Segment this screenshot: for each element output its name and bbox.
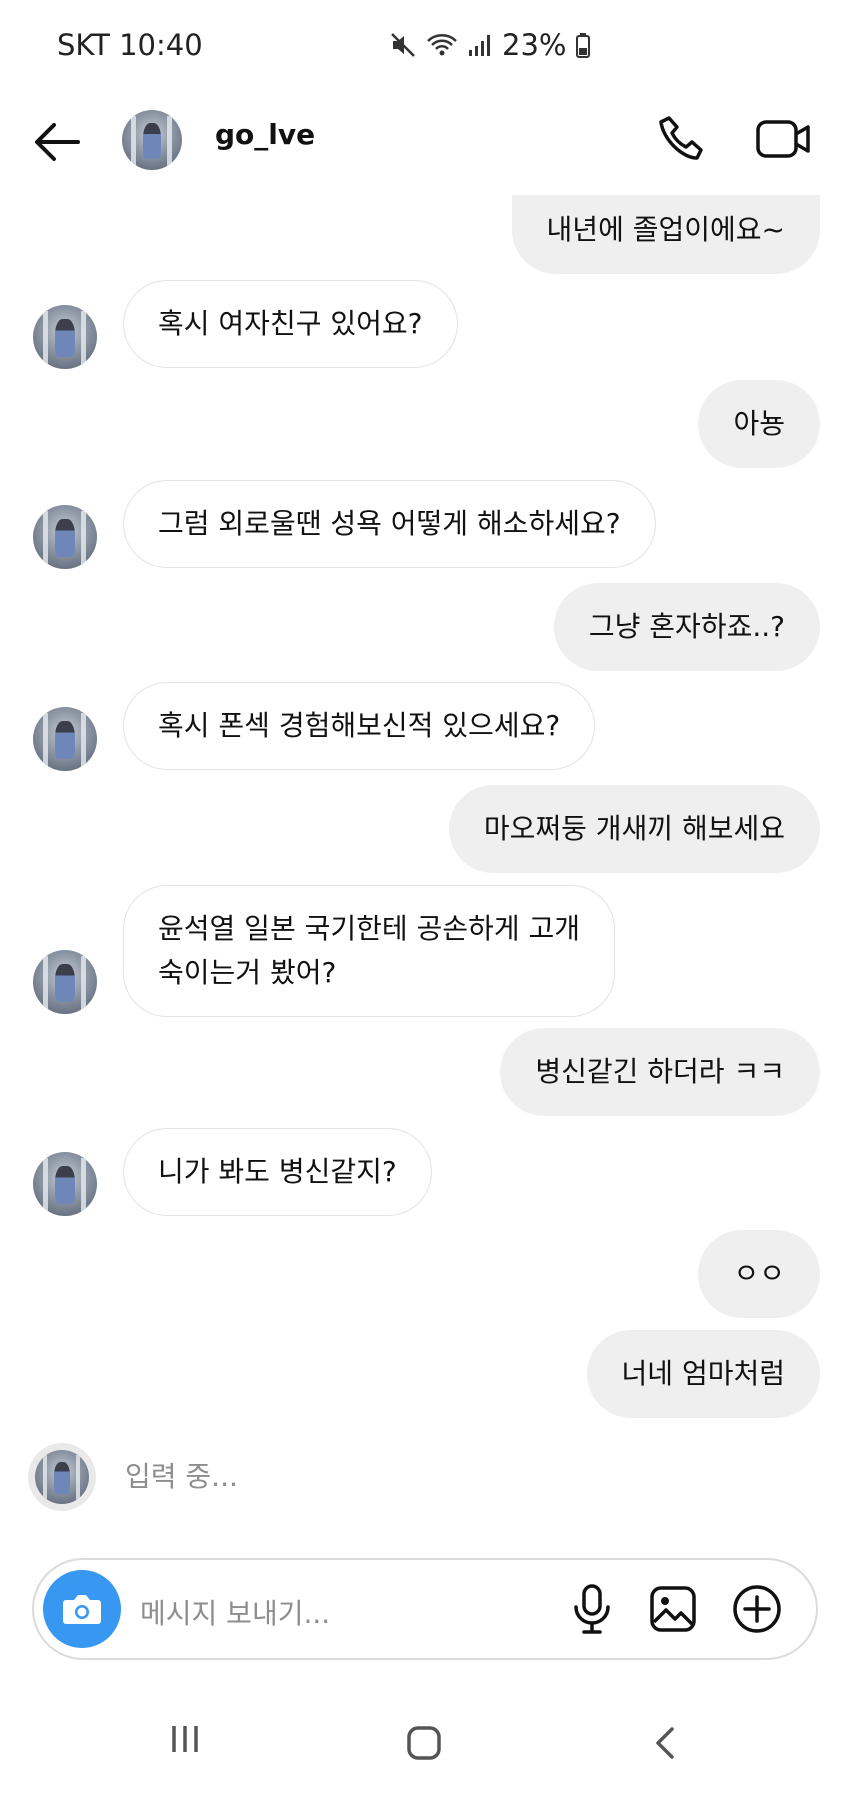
chat-username[interactable]: go_lve bbox=[215, 118, 315, 151]
message-incoming[interactable]: 그럼 외로울땐 성욕 어떻게 해소하세요? bbox=[123, 480, 656, 568]
message-incoming[interactable]: 혹시 폰섹 경험해보신적 있으세요? bbox=[123, 682, 596, 770]
wifi-icon bbox=[427, 34, 457, 56]
recent-apps-icon bbox=[172, 1726, 198, 1752]
image-icon bbox=[650, 1586, 696, 1632]
message-outgoing[interactable]: 그냥 혼자하죠..? bbox=[553, 583, 820, 671]
call-button[interactable] bbox=[655, 112, 709, 170]
message-outgoing[interactable]: 마오쩌둥 개새끼 해보세요 bbox=[448, 785, 820, 873]
message-outgoing[interactable]: 병신같긴 하더라 ㅋㅋ bbox=[500, 1028, 820, 1116]
sender-avatar[interactable] bbox=[33, 950, 97, 1014]
message-outgoing[interactable]: 아뇽 bbox=[698, 380, 820, 468]
home-icon bbox=[407, 1726, 441, 1760]
recent-apps-button[interactable] bbox=[168, 1722, 202, 1760]
sender-avatar[interactable] bbox=[33, 505, 97, 569]
gallery-button[interactable] bbox=[648, 1584, 698, 1638]
header-avatar[interactable] bbox=[122, 110, 182, 170]
video-call-button[interactable] bbox=[755, 112, 813, 170]
camera-icon bbox=[63, 1595, 101, 1624]
voice-message-button[interactable] bbox=[567, 1582, 617, 1640]
nav-back-button[interactable] bbox=[648, 1724, 682, 1766]
video-camera-icon bbox=[756, 120, 810, 158]
message-outgoing[interactable]: ㅇㅇ bbox=[698, 1230, 820, 1318]
message-incoming[interactable]: 혹시 여자친구 있어요? bbox=[123, 280, 458, 368]
message-input[interactable]: 메시지 보내기... bbox=[140, 1592, 330, 1632]
battery-icon bbox=[576, 33, 591, 58]
chevron-left-icon bbox=[656, 1727, 674, 1759]
typing-avatar bbox=[28, 1443, 96, 1511]
message-incoming[interactable]: 윤석열 일본 국기한테 공손하게 고개 숙이는거 봤어? bbox=[123, 885, 616, 1017]
message-incoming[interactable]: 니가 봐도 병신같지? bbox=[123, 1128, 432, 1216]
status-time: SKT 10:40 bbox=[57, 28, 203, 62]
message-outgoing[interactable]: 내년에 졸업이에요~ bbox=[511, 195, 820, 274]
message-outgoing[interactable]: 너네 엄마처럼 bbox=[586, 1330, 820, 1418]
home-button[interactable] bbox=[405, 1724, 443, 1766]
typing-indicator: 입력 중... bbox=[125, 1460, 238, 1493]
arrow-left-icon bbox=[35, 123, 80, 161]
back-button[interactable] bbox=[30, 115, 84, 169]
mute-icon bbox=[391, 33, 415, 57]
microphone-icon bbox=[574, 1584, 610, 1634]
camera-button[interactable] bbox=[43, 1570, 121, 1648]
more-options-button[interactable] bbox=[730, 1582, 784, 1640]
sender-avatar[interactable] bbox=[33, 707, 97, 771]
plus-circle-icon bbox=[733, 1585, 781, 1633]
phone-icon bbox=[659, 116, 703, 160]
sender-avatar[interactable] bbox=[33, 1152, 97, 1216]
status-icons: 23% bbox=[390, 28, 591, 62]
sender-avatar[interactable] bbox=[33, 305, 97, 369]
battery-percent: 23% bbox=[502, 28, 567, 62]
signal-icon bbox=[469, 35, 490, 56]
